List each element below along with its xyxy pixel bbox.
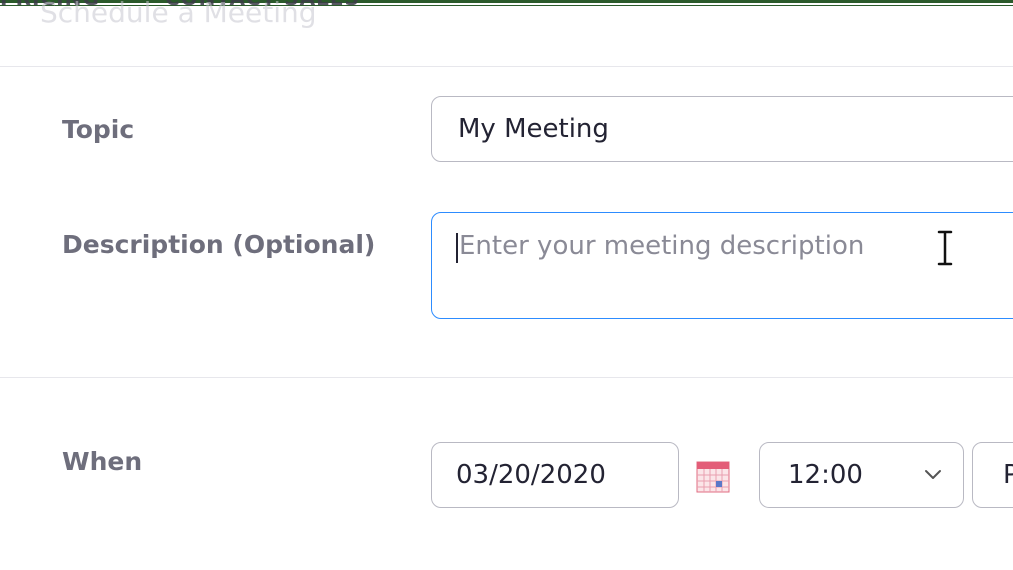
date-input[interactable]: 03/20/2020 — [431, 442, 679, 508]
ampm-select[interactable]: P — [972, 442, 1013, 508]
topic-input[interactable]: My Meeting — [431, 96, 1013, 162]
text-cursor-icon — [937, 230, 953, 266]
description-textarea[interactable]: Enter your meeting description — [431, 212, 1013, 319]
text-caret — [456, 233, 458, 263]
when-label: When — [62, 447, 143, 476]
date-input-value: 03/20/2020 — [456, 460, 606, 490]
section-divider-middle — [0, 377, 1013, 378]
chevron-down-icon — [925, 470, 941, 479]
ampm-select-value: P — [1003, 460, 1013, 490]
calendar-icon[interactable] — [696, 460, 730, 494]
section-divider-top — [0, 66, 1013, 67]
time-select-value: 12:00 — [788, 460, 863, 490]
topic-input-value: My Meeting — [458, 114, 609, 144]
topic-label: Topic — [62, 115, 135, 144]
description-placeholder: Enter your meeting description — [459, 231, 865, 261]
time-select[interactable]: 12:00 — [759, 442, 964, 508]
page-title: Schedule a Meeting — [40, 0, 317, 29]
description-label: Description (Optional) — [62, 230, 376, 259]
